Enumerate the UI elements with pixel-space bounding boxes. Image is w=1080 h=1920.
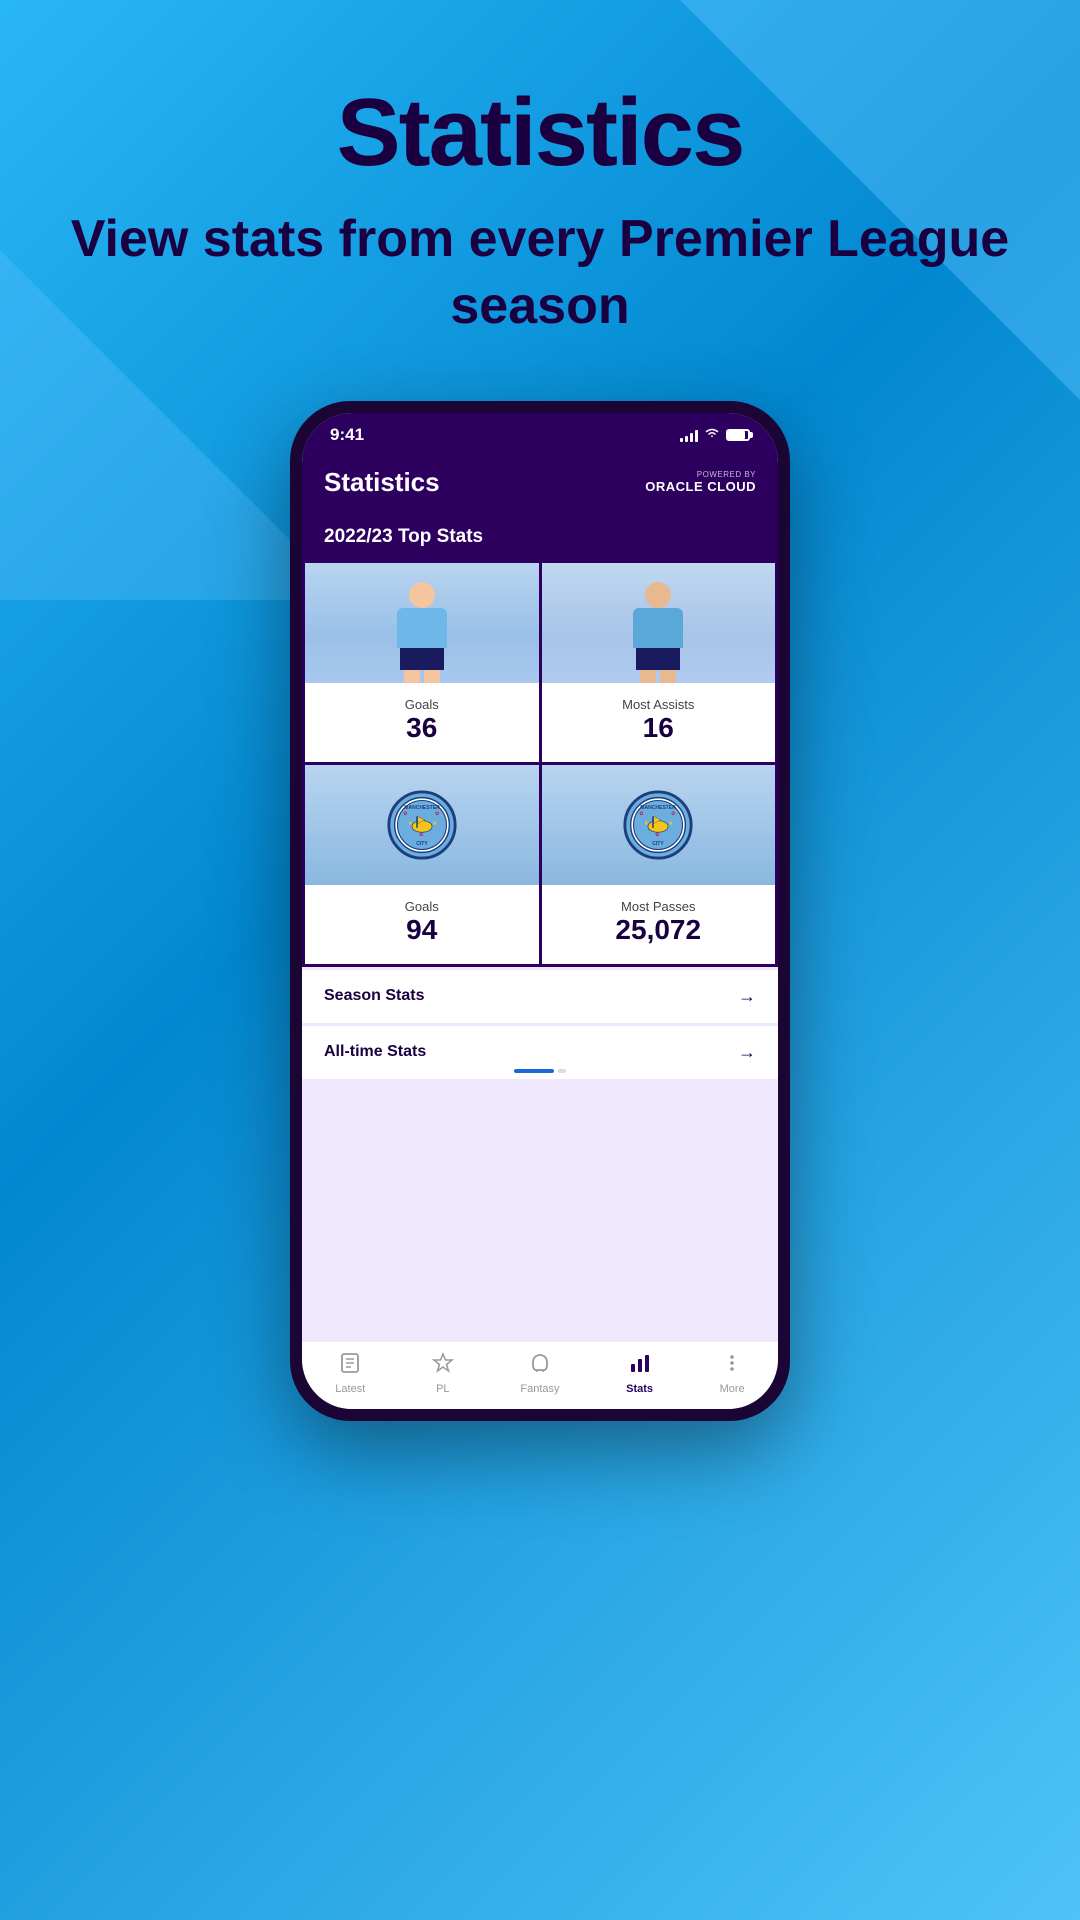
nav-stats-label: Stats xyxy=(626,1383,653,1395)
stat-label-2: Most Assists xyxy=(550,689,768,712)
bottom-nav: Latest PL xyxy=(302,1341,778,1409)
season-stats-arrow: → xyxy=(738,986,756,1007)
svg-text:✿: ✿ xyxy=(671,811,675,817)
status-icons xyxy=(680,426,750,443)
man-city-badge-1: MANCHESTER CITY ★ ★ ✿ xyxy=(386,789,458,861)
season-stats-row[interactable]: Season Stats → xyxy=(302,970,778,1023)
app-title: Statistics xyxy=(324,467,440,498)
season-stats-label: Season Stats xyxy=(324,987,424,1005)
svg-text:✿: ✿ xyxy=(640,811,644,817)
status-time: 9:41 xyxy=(330,425,364,445)
section-heading: 2022/23 Top Stats xyxy=(302,514,778,560)
all-time-row[interactable]: All-time Stats → xyxy=(302,1026,778,1079)
phone-outer: 9:41 xyxy=(290,401,790,1421)
latest-icon xyxy=(339,1352,361,1379)
stat-label-3: Goals xyxy=(313,891,531,914)
svg-text:★: ★ xyxy=(644,820,649,827)
stat-label-4: Most Passes xyxy=(550,891,768,914)
svg-text:★: ★ xyxy=(432,820,437,827)
all-time-label: All-time Stats xyxy=(324,1043,426,1061)
nav-more-label: More xyxy=(720,1383,745,1395)
nav-pl[interactable]: PL xyxy=(432,1352,454,1395)
stat-card-passes-team[interactable]: MANCHESTER CITY ★ ★ ✿ ✿ ✿ xyxy=(542,765,776,964)
fantasy-icon xyxy=(529,1352,551,1379)
stat-value-4: 25,072 xyxy=(550,914,768,956)
oracle-cloud-text: ORACLE CLOUD xyxy=(645,479,756,494)
stat-label-1: Goals xyxy=(313,689,531,712)
svg-text:CITY: CITY xyxy=(416,841,428,847)
stats-icon xyxy=(629,1352,651,1379)
all-time-arrow: → xyxy=(738,1042,756,1063)
app-header: Statistics Powered by ORACLE CLOUD xyxy=(302,453,778,514)
stat-card-assists-player[interactable]: Most Assists 16 xyxy=(542,563,776,762)
scroll-content: 2022/23 Top Stats xyxy=(302,514,778,1341)
team-badge-2: MANCHESTER CITY ★ ★ ✿ ✿ ✿ xyxy=(542,765,776,885)
phone-container: 9:41 xyxy=(0,401,1080,1421)
svg-text:✿: ✿ xyxy=(403,811,407,817)
player-image-debruyne xyxy=(542,563,776,683)
stat-value-1: 36 xyxy=(313,712,531,754)
svg-text:CITY: CITY xyxy=(653,841,665,847)
stat-card-goals-player[interactable]: Goals 36 xyxy=(305,563,539,762)
scroll-indicator xyxy=(514,1069,566,1073)
team-badge-1: MANCHESTER CITY ★ ★ ✿ xyxy=(305,765,539,885)
stat-value-3: 94 xyxy=(313,914,531,956)
battery-icon xyxy=(726,429,750,441)
svg-text:★: ★ xyxy=(407,820,412,827)
signal-icon xyxy=(680,428,698,442)
svg-text:✿: ✿ xyxy=(655,832,659,838)
status-bar: 9:41 xyxy=(302,413,778,453)
man-city-badge-2: MANCHESTER CITY ★ ★ ✿ ✿ ✿ xyxy=(622,789,694,861)
pl-icon xyxy=(432,1352,454,1379)
nav-latest[interactable]: Latest xyxy=(335,1352,365,1395)
svg-text:★: ★ xyxy=(668,820,673,827)
page-header: Statistics View stats from every Premier… xyxy=(0,0,1080,381)
more-icon xyxy=(721,1352,743,1379)
player-image-haaland xyxy=(305,563,539,683)
svg-text:✿: ✿ xyxy=(435,811,439,817)
nav-fantasy[interactable]: Fantasy xyxy=(520,1352,559,1395)
stats-grid: Goals 36 xyxy=(302,560,778,967)
page-title: Statistics xyxy=(60,80,1020,186)
nav-more[interactable]: More xyxy=(720,1352,745,1395)
stat-card-goals-team[interactable]: MANCHESTER CITY ★ ★ ✿ xyxy=(305,765,539,964)
page-subtitle: View stats from every Premier League sea… xyxy=(60,206,1020,341)
svg-text:✿: ✿ xyxy=(419,832,423,838)
oracle-powered-text: Powered by xyxy=(697,470,756,479)
nav-fantasy-label: Fantasy xyxy=(520,1383,559,1395)
nav-latest-label: Latest xyxy=(335,1383,365,1395)
nav-pl-label: PL xyxy=(436,1383,449,1395)
nav-stats[interactable]: Stats xyxy=(626,1352,653,1395)
phone-inner: 9:41 xyxy=(302,413,778,1409)
wifi-icon xyxy=(704,426,720,443)
stat-value-2: 16 xyxy=(550,712,768,754)
oracle-badge: Powered by ORACLE CLOUD xyxy=(645,470,756,494)
